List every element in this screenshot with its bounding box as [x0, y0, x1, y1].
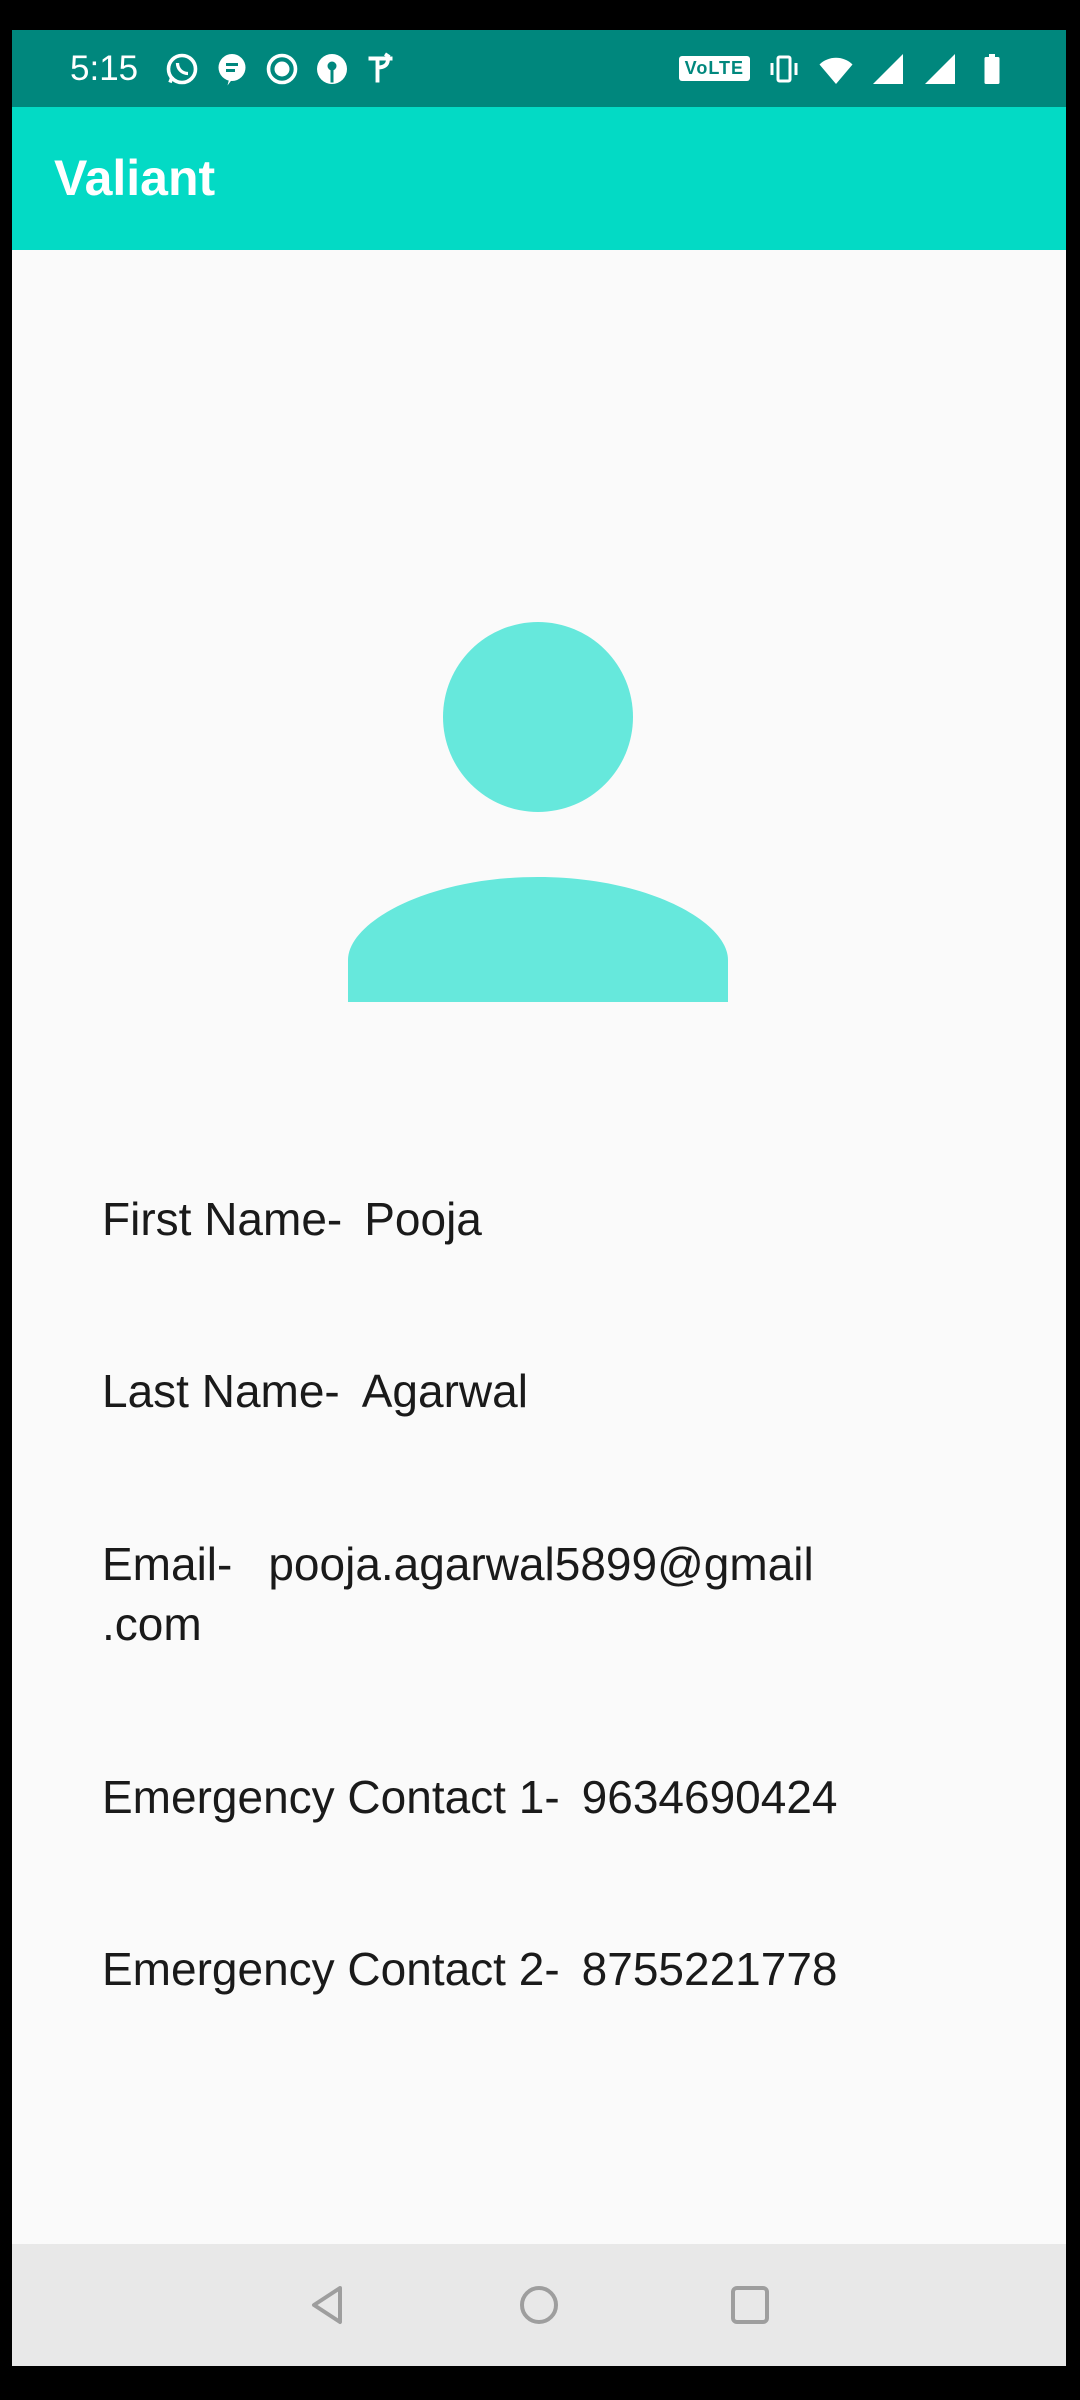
screen: 5:15 VoLTE Valiant First Name- Pooja Last… [12, 30, 1066, 2366]
vibrate-icon [770, 55, 798, 82]
emergency-contact-2-value: 8755221778 [581, 1943, 838, 1995]
emergency-contact-2-label: Emergency Contact 2- [102, 1943, 560, 1995]
status-bar: 5:15 VoLTE [12, 30, 1066, 107]
last-name-row: Last Name- Agarwal [102, 1362, 528, 1420]
bank-icon [317, 53, 348, 84]
recents-icon[interactable] [725, 2280, 775, 2330]
first-name-row: First Name- Pooja [102, 1190, 482, 1248]
back-icon[interactable] [302, 2280, 352, 2330]
volte-badge: VoLTE [678, 56, 750, 81]
record-icon [266, 53, 298, 84]
last-name-value: Agarwal [361, 1365, 528, 1417]
email-value-continued: .com [102, 1598, 202, 1650]
emergency-contact-1-value: 9634690424 [581, 1771, 838, 1823]
phonepe-icon [368, 52, 393, 82]
home-icon[interactable] [514, 2280, 564, 2330]
app-title: Valiant [54, 150, 216, 206]
email-label: Email- [102, 1538, 233, 1590]
status-time: 5:15 [70, 48, 139, 88]
emergency-contact-1-row: Emergency Contact 1- 9634690424 [102, 1768, 838, 1826]
profile-avatar-icon [348, 622, 728, 1002]
battery-icon [984, 53, 1000, 84]
first-name-label: First Name- [102, 1193, 343, 1245]
last-name-label: Last Name- [102, 1365, 340, 1417]
message-icon [218, 53, 246, 85]
emergency-contact-1-label: Emergency Contact 1- [102, 1771, 560, 1823]
email-value: pooja.agarwal5899@gmail [268, 1538, 814, 1590]
signal-icon [925, 53, 955, 84]
emergency-contact-2-row: Emergency Contact 2- 8755221778 [102, 1940, 838, 1998]
app-bar: Valiant [12, 107, 1066, 250]
signal-icon [873, 53, 903, 84]
wifi-icon [819, 57, 853, 84]
navigation-bar [12, 2244, 1066, 2366]
first-name-value: Pooja [364, 1193, 482, 1245]
email-row: Email-pooja.agarwal5899@gmail [102, 1535, 814, 1593]
whatsapp-icon [166, 53, 198, 84]
